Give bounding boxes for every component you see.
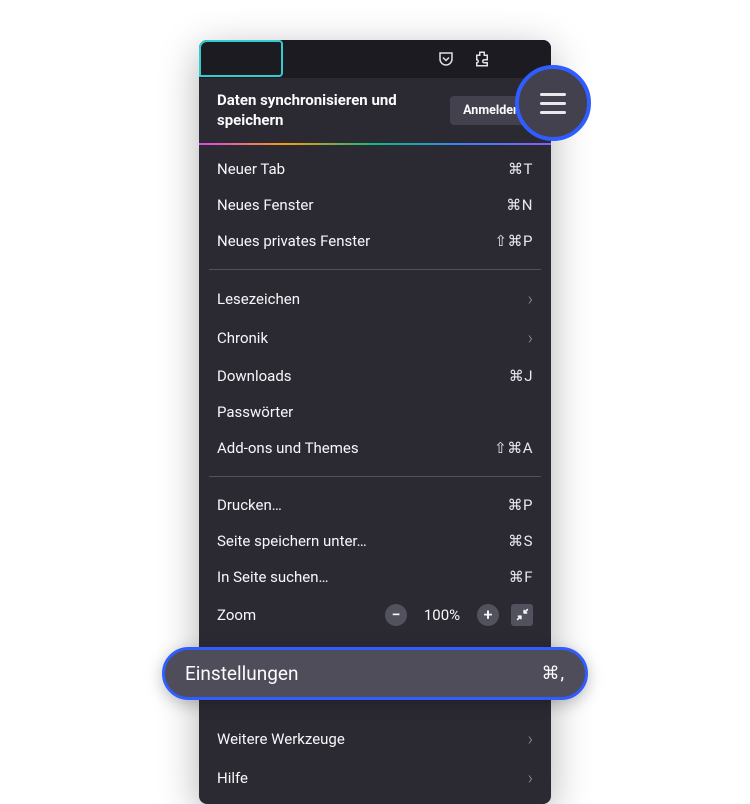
- menu-item-addons[interactable]: Add-ons und Themes ⇧⌘A: [199, 430, 551, 466]
- menu-item-help[interactable]: Hilfe ›: [199, 759, 551, 798]
- app-menu-button[interactable]: [515, 65, 591, 141]
- sync-title: Daten synchronisieren und speichern: [217, 90, 407, 131]
- menu-shortcut: ⌘J: [509, 367, 533, 385]
- menu-item-history[interactable]: Chronik ›: [199, 319, 551, 358]
- chevron-right-icon: ›: [528, 729, 533, 750]
- menu-shortcut: ⌘N: [506, 196, 533, 214]
- menu-shortcut: ⌘S: [508, 532, 533, 550]
- app-menu-panel: Daten synchronisieren und speichern Anme…: [199, 40, 551, 804]
- menu-item-new-tab[interactable]: Neuer Tab ⌘T: [199, 151, 551, 187]
- menu-item-downloads[interactable]: Downloads ⌘J: [199, 358, 551, 394]
- zoom-in-button[interactable]: +: [477, 604, 499, 626]
- zoom-label: Zoom: [217, 606, 385, 624]
- divider: [209, 476, 541, 477]
- settings-label: Einstellungen: [185, 662, 298, 685]
- zoom-value: 100%: [419, 606, 465, 624]
- menu-item-new-private-window[interactable]: Neues privates Fenster ⇧⌘P: [199, 223, 551, 259]
- menu-label: Chronik: [217, 329, 528, 347]
- menu-label: In Seite suchen…: [217, 568, 509, 586]
- pocket-icon[interactable]: [437, 50, 455, 68]
- menu-label: Drucken…: [217, 496, 508, 514]
- chevron-right-icon: ›: [528, 289, 533, 310]
- sync-row: Daten synchronisieren und speichern Anme…: [199, 78, 551, 145]
- menu-item-more-tools[interactable]: Weitere Werkzeuge ›: [199, 720, 551, 759]
- menu-shortcut: ⌘P: [508, 496, 533, 514]
- toolbar-strip: [199, 40, 551, 78]
- menu-shortcut: ⌘F: [509, 568, 533, 586]
- chevron-right-icon: ›: [528, 328, 533, 349]
- menu-label: Weitere Werkzeuge: [217, 730, 528, 748]
- divider: [209, 269, 541, 270]
- menu-section-library: Lesezeichen › Chronik › Downloads ⌘J Pas…: [199, 274, 551, 472]
- menu-label: Passwörter: [217, 403, 533, 421]
- menu-shortcut: ⇧⌘P: [494, 232, 533, 250]
- hamburger-icon: [540, 93, 566, 114]
- fullscreen-button[interactable]: [511, 604, 533, 626]
- menu-item-bookmarks[interactable]: Lesezeichen ›: [199, 280, 551, 319]
- zoom-controls: − 100% +: [385, 604, 533, 626]
- menu-label: Downloads: [217, 367, 509, 385]
- menu-shortcut: ⌘T: [508, 160, 533, 178]
- menu-label: Neues privates Fenster: [217, 232, 494, 250]
- menu-label: Neues Fenster: [217, 196, 506, 214]
- menu-label: Hilfe: [217, 769, 528, 787]
- menu-section-windows: Neuer Tab ⌘T Neues Fenster ⌘N Neues priv…: [199, 145, 551, 265]
- menu-item-passwords[interactable]: Passwörter: [199, 394, 551, 430]
- menu-section-page: Drucken… ⌘P Seite speichern unter… ⌘S In…: [199, 481, 551, 641]
- chevron-right-icon: ›: [528, 768, 533, 789]
- menu-shortcut: ⇧⌘A: [494, 439, 533, 457]
- menu-item-zoom: Zoom − 100% +: [199, 595, 551, 635]
- zoom-out-button[interactable]: −: [385, 604, 407, 626]
- menu-label: Seite speichern unter…: [217, 532, 508, 550]
- active-tab-outline: [199, 40, 283, 77]
- menu-item-settings[interactable]: Einstellungen ⌘,: [162, 647, 588, 700]
- menu-item-save-page[interactable]: Seite speichern unter… ⌘S: [199, 523, 551, 559]
- menu-label: Add-ons und Themes: [217, 439, 494, 457]
- menu-label: Neuer Tab: [217, 160, 508, 178]
- menu-label: Lesezeichen: [217, 290, 528, 308]
- menu-item-new-window[interactable]: Neues Fenster ⌘N: [199, 187, 551, 223]
- menu-item-print[interactable]: Drucken… ⌘P: [199, 487, 551, 523]
- fullscreen-collapse-icon: [516, 608, 529, 621]
- extension-icon[interactable]: [473, 50, 491, 68]
- menu-item-find[interactable]: In Seite suchen… ⌘F: [199, 559, 551, 595]
- settings-shortcut: ⌘,: [541, 663, 565, 684]
